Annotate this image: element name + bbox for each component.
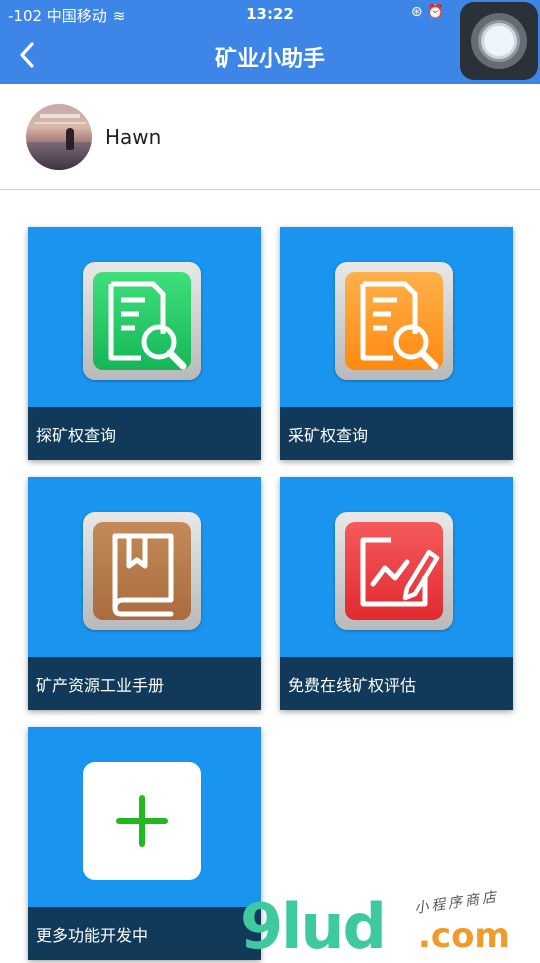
tile-label: 更多功能开发中 bbox=[36, 926, 149, 945]
assistive-touch-center bbox=[484, 26, 514, 56]
avatar-person bbox=[66, 128, 74, 150]
tile-label-bar: 采矿权查询 bbox=[280, 407, 513, 460]
tile-mining-rights-query[interactable]: 采矿权查询 bbox=[280, 227, 513, 460]
plus-icon bbox=[116, 795, 168, 847]
tile-label-bar: 更多功能开发中 bbox=[28, 907, 261, 960]
tile-icon-frame bbox=[335, 262, 453, 380]
plus-icon-frame bbox=[83, 762, 201, 880]
status-bar: -102 中国移动 ≋ 13:22 ⊛⏰ bbox=[0, 0, 540, 28]
search-document-icon bbox=[345, 272, 443, 370]
tile-label: 探矿权查询 bbox=[36, 426, 117, 445]
tile-icon-frame bbox=[83, 512, 201, 630]
tile-icon-frame bbox=[335, 512, 453, 630]
tile-icon-frame bbox=[83, 262, 201, 380]
tile-free-online-valuation[interactable]: 免费在线矿权评估 bbox=[280, 477, 513, 710]
avatar-decoration bbox=[40, 114, 80, 118]
tile-mineral-resources-handbook[interactable]: 矿产资源工业手册 bbox=[28, 477, 261, 710]
orientation-lock-icon: ⊛ bbox=[410, 4, 427, 20]
tile-more-features[interactable]: 更多功能开发中 bbox=[28, 727, 261, 960]
page-title: 矿业小助手 bbox=[214, 47, 325, 72]
avatar[interactable] bbox=[26, 104, 92, 170]
user-profile[interactable]: Hawn bbox=[0, 84, 540, 190]
tile-exploration-rights-query[interactable]: 探矿权查询 bbox=[28, 227, 261, 460]
search-document-icon bbox=[93, 272, 191, 370]
alarm-icon: ⏰ bbox=[426, 4, 448, 20]
tile-label-bar: 探矿权查询 bbox=[28, 407, 261, 460]
navigation-bar: 矿业小助手 bbox=[0, 28, 540, 84]
tile-label-bar: 矿产资源工业手册 bbox=[28, 657, 261, 710]
watermark-domain: .com bbox=[418, 916, 510, 956]
assistive-touch-button[interactable] bbox=[460, 2, 538, 80]
watermark: 9lud 小程序商店 .com bbox=[240, 889, 540, 963]
watermark-brand: 9lud bbox=[240, 890, 387, 963]
tile-label-bar: 免费在线矿权评估 bbox=[280, 657, 513, 710]
tile-label: 免费在线矿权评估 bbox=[288, 676, 417, 695]
watermark-tagline: 小程序商店 bbox=[413, 889, 500, 917]
avatar-decoration bbox=[34, 122, 86, 124]
username: Hawn bbox=[105, 125, 162, 149]
tile-label: 矿产资源工业手册 bbox=[36, 676, 165, 695]
book-icon bbox=[93, 522, 191, 620]
edit-chart-icon bbox=[345, 522, 443, 620]
tile-label: 采矿权查询 bbox=[288, 426, 369, 445]
avatar-sea bbox=[26, 142, 92, 170]
status-icons: ⊛⏰ bbox=[411, 4, 448, 20]
clock: 13:22 bbox=[246, 5, 294, 23]
